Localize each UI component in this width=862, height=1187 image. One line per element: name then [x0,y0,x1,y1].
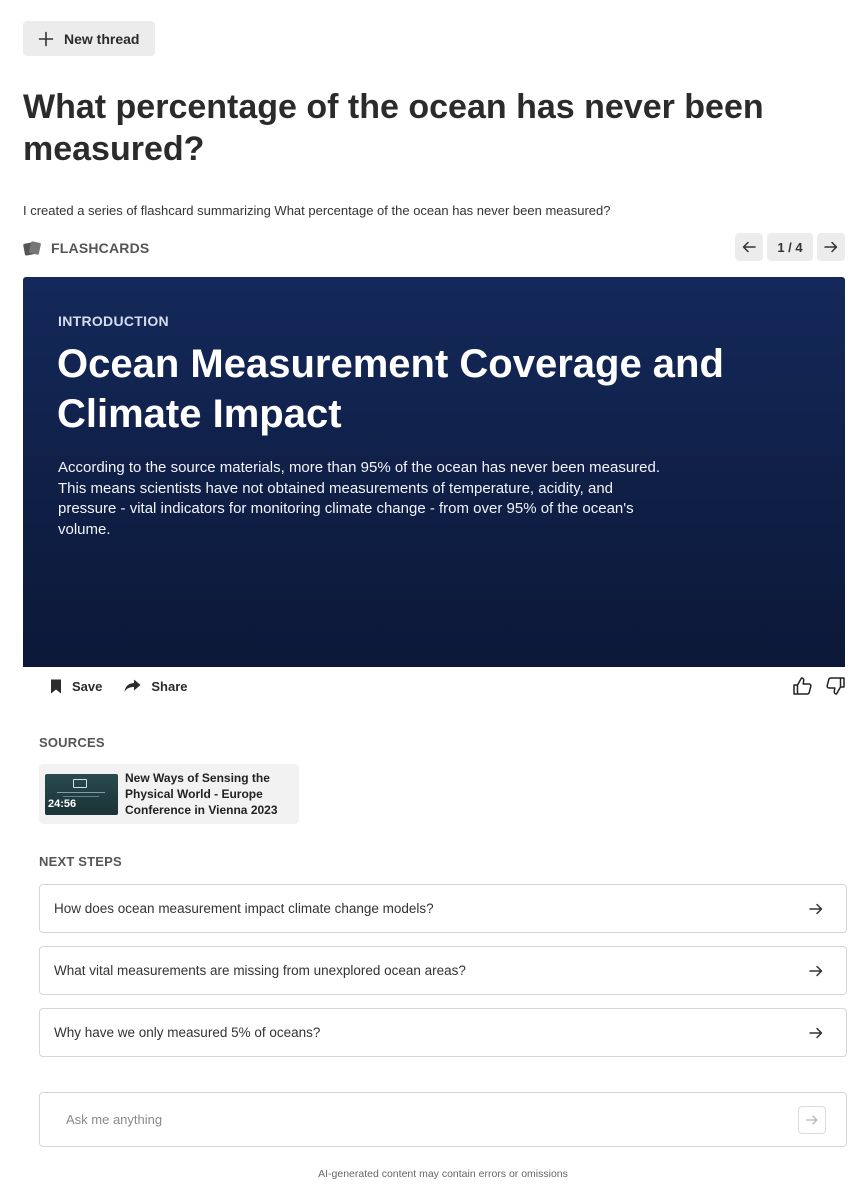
flashcard: INTRODUCTION Ocean Measurement Coverage … [23,277,845,667]
page: New thread What percentage of the ocean … [0,0,862,1187]
plus-icon [38,31,54,46]
next-steps-label: NEXT STEPS [39,854,122,869]
previous-card-button[interactable] [735,233,763,261]
thumbs-down-icon [826,677,845,695]
flashcards-header: FLASHCARDS [23,240,149,256]
new-thread-label: New thread [64,30,140,47]
video-duration: 24:56 [48,797,77,810]
thumbs-down-button[interactable] [826,677,845,695]
flashcards-label: FLASHCARDS [51,240,150,256]
next-card-button[interactable] [817,233,845,261]
next-step-item[interactable]: Why have we only measured 5% of oceans? [39,1008,847,1057]
flashcards-icon [23,241,41,256]
arrow-right-icon [809,965,823,976]
ask-input[interactable] [66,1112,798,1127]
share-label: Share [151,678,188,694]
ask-box [39,1092,847,1147]
page-title: What percentage of the ocean has never b… [23,88,764,168]
next-step-text: Why have we only measured 5% of oceans? [54,1025,321,1040]
next-step-item[interactable]: What vital measurements are missing from… [39,946,847,995]
send-button[interactable] [798,1105,826,1134]
card-title: Ocean Measurement Coverage and Climate I… [57,342,724,436]
video-thumbnail: 24:56 [45,773,118,815]
page-indicator: 1 / 4 [767,233,813,261]
new-thread-button[interactable]: New thread [23,21,155,56]
arrow-right-icon [809,1027,823,1038]
source-card[interactable]: 24:56 New Ways of Sensing the Physical W… [39,764,299,824]
arrow-right-icon [824,241,838,253]
arrow-right-icon [809,903,823,914]
thumbs-up-button[interactable] [793,677,812,695]
share-button[interactable]: Share [124,678,188,694]
next-step-item[interactable]: How does ocean measurement impact climat… [39,884,847,933]
card-body: According to the source materials, more … [58,459,661,538]
flashcard-pager: 1 / 4 [735,233,845,261]
next-step-text: How does ocean measurement impact climat… [54,901,434,916]
save-label: Save [72,678,103,694]
arrow-left-icon [742,241,756,253]
arrow-right-icon [806,1114,818,1125]
share-icon [124,679,141,692]
disclaimer: AI-generated content may contain errors … [318,1168,568,1180]
bookmark-icon [51,679,61,693]
sources-label: SOURCES [39,735,105,750]
next-step-text: What vital measurements are missing from… [54,963,466,978]
card-actions: Save Share [23,670,845,702]
source-title: New Ways of Sensing the Physical World -… [125,771,278,817]
card-eyebrow: INTRODUCTION [58,313,169,329]
screen-icon [73,778,87,788]
intro-text: I created a series of flashcard summariz… [23,203,611,218]
feedback-buttons [793,677,845,695]
thumbs-up-icon [793,677,812,695]
save-button[interactable]: Save [50,679,102,694]
